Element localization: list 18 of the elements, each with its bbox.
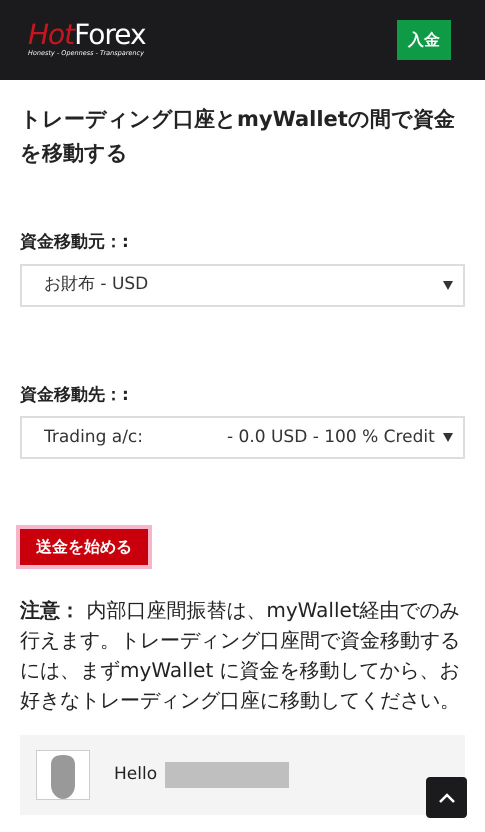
back-to-top-button[interactable] (426, 777, 467, 818)
select-value: Trading a/c: (44, 426, 143, 449)
caret-icon (443, 280, 453, 290)
field-label: 資金移動先：: (20, 384, 130, 406)
chevron-up-icon (438, 792, 454, 802)
deposit-button[interactable]: 入金 (397, 20, 451, 60)
page-title: トレーディング口座とmyWalletの間で資金を移動する (20, 106, 456, 167)
select-field[interactable]: お財布 - USD (20, 264, 465, 306)
select-field[interactable]: Trading a/c: - 0.0 USD - 100 % Credit (20, 416, 465, 459)
select-value: お財布 - USD (44, 273, 148, 296)
avatar-icon (49, 755, 77, 799)
caret-icon (443, 433, 453, 442)
logo-text: Hot (28, 21, 74, 50)
note-text: 注意： 内部口座間振替は、myWallet経由でのみ行えます。トレーディング口座間で資金移動するには、まずmyWallet に資金を移動してから、お好きなトレーディング口座に移動してください。 (20, 597, 461, 714)
submit-button[interactable]: 送金を始める (16, 525, 152, 569)
select-value: - 0.0 USD - 100 % Credit (227, 426, 435, 449)
greeting-text: Hello (114, 763, 158, 786)
field-label: 資金移動元：: (20, 231, 130, 254)
